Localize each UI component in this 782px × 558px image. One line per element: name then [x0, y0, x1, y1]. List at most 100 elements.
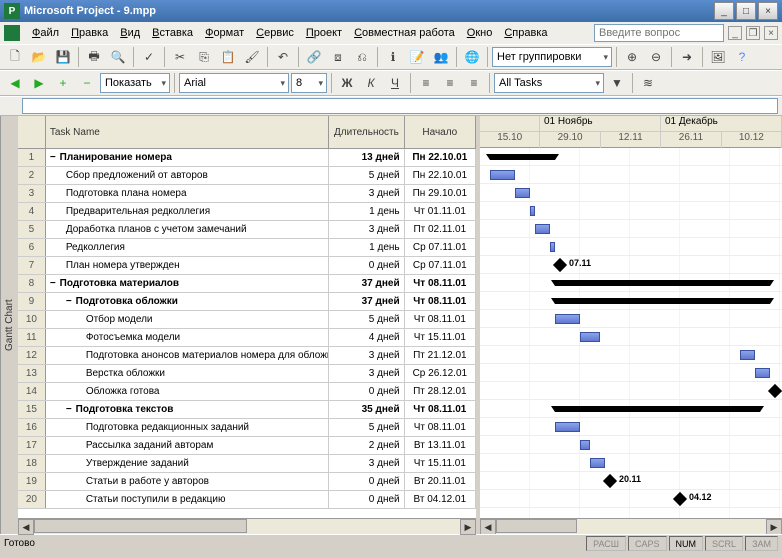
- gantt-hscroll[interactable]: ◀ ▶: [480, 518, 782, 534]
- italic-button[interactable]: К: [360, 72, 382, 94]
- start-cell[interactable]: Пн 22.10.01: [405, 149, 476, 166]
- menu-формат[interactable]: Формат: [199, 25, 250, 41]
- task-name-cell[interactable]: Фотосъемка модели: [46, 329, 330, 346]
- wizard-button[interactable]: ≋: [637, 72, 659, 94]
- menu-вид[interactable]: Вид: [114, 25, 146, 41]
- task-bar[interactable]: [555, 422, 580, 432]
- zoom-out-button[interactable]: ⊖: [645, 46, 667, 68]
- menu-сервис[interactable]: Сервис: [250, 25, 300, 41]
- start-cell[interactable]: Чт 08.11.01: [405, 293, 476, 310]
- task-bar[interactable]: [590, 458, 605, 468]
- duration-cell[interactable]: 1 день: [329, 203, 404, 220]
- milestone-icon[interactable]: [603, 474, 617, 488]
- start-cell[interactable]: Чт 08.11.01: [405, 311, 476, 328]
- doc-min-button[interactable]: _: [728, 26, 742, 40]
- link-button[interactable]: 🔗: [303, 46, 325, 68]
- col-task-name[interactable]: Task Name: [46, 116, 329, 148]
- start-cell[interactable]: Вт 20.11.01: [405, 473, 476, 490]
- minimize-button[interactable]: _: [714, 2, 734, 20]
- start-cell[interactable]: Чт 15.11.01: [405, 329, 476, 346]
- table-row[interactable]: 19Статьи в работе у авторов0 днейВт 20.1…: [18, 473, 476, 491]
- duration-cell[interactable]: 4 дней: [329, 329, 404, 346]
- entry-field[interactable]: [22, 98, 778, 114]
- task-info-button[interactable]: ℹ: [382, 46, 404, 68]
- row-number[interactable]: 5: [18, 221, 46, 238]
- close-button[interactable]: ×: [758, 2, 778, 20]
- menu-вставка[interactable]: Вставка: [146, 25, 199, 41]
- duration-cell[interactable]: 0 дней: [329, 491, 404, 508]
- task-name-cell[interactable]: Отбор модели: [46, 311, 330, 328]
- align-right-button[interactable]: ≡: [463, 72, 485, 94]
- start-cell[interactable]: Чт 01.11.01: [405, 203, 476, 220]
- grouping-combo[interactable]: Нет группировки: [492, 47, 612, 67]
- format-painter-button[interactable]: 🖌: [241, 46, 263, 68]
- table-row[interactable]: 4Предварительная редколлегия1 деньЧт 01.…: [18, 203, 476, 221]
- row-number[interactable]: 3: [18, 185, 46, 202]
- table-row[interactable]: 13Верстка обложки3 днейСр 26.12.01: [18, 365, 476, 383]
- row-number[interactable]: 19: [18, 473, 46, 490]
- print-preview-button[interactable]: 🔍: [107, 46, 129, 68]
- duration-cell[interactable]: 3 дней: [329, 455, 404, 472]
- gantt-row[interactable]: [480, 202, 782, 220]
- table-row[interactable]: 6Редколлегия1 деньСр 07.11.01: [18, 239, 476, 257]
- task-name-cell[interactable]: Подготовка материалов: [46, 275, 329, 292]
- start-cell[interactable]: Чт 08.11.01: [405, 275, 476, 292]
- row-number[interactable]: 14: [18, 383, 46, 400]
- row-number[interactable]: 16: [18, 419, 46, 436]
- task-name-cell[interactable]: Верстка обложки: [46, 365, 330, 382]
- task-bar[interactable]: [580, 440, 590, 450]
- duration-cell[interactable]: 5 дней: [329, 419, 404, 436]
- row-number[interactable]: 18: [18, 455, 46, 472]
- gantt-row[interactable]: [480, 292, 782, 310]
- task-name-cell[interactable]: Подготовка редакционных заданий: [46, 419, 330, 436]
- task-bar[interactable]: [535, 224, 550, 234]
- scroll-left-icon[interactable]: ◀: [18, 519, 34, 535]
- align-center-button[interactable]: ≡: [439, 72, 461, 94]
- view-bar[interactable]: Gantt Chart: [0, 116, 18, 534]
- duration-cell[interactable]: 0 дней: [329, 257, 404, 274]
- start-cell[interactable]: Пт 02.11.01: [405, 221, 476, 238]
- gantt-row[interactable]: [480, 454, 782, 472]
- row-number[interactable]: 17: [18, 437, 46, 454]
- new-button[interactable]: 🗋: [4, 46, 26, 68]
- task-name-cell[interactable]: Рассылка заданий авторам: [46, 437, 330, 454]
- start-cell[interactable]: Ср 07.11.01: [405, 257, 476, 274]
- gantt-row[interactable]: [480, 364, 782, 382]
- menu-окно[interactable]: Окно: [461, 25, 499, 41]
- gantt-row[interactable]: [480, 220, 782, 238]
- menu-справка[interactable]: Справка: [498, 25, 553, 41]
- gantt-row[interactable]: [480, 148, 782, 166]
- indent-button[interactable]: ▶: [28, 72, 50, 94]
- doc-close-button[interactable]: ×: [764, 26, 778, 40]
- task-bar[interactable]: [755, 368, 770, 378]
- duration-cell[interactable]: 37 дней: [329, 293, 404, 310]
- row-number[interactable]: 11: [18, 329, 46, 346]
- bold-button[interactable]: Ж: [336, 72, 358, 94]
- task-name-cell[interactable]: Доработка планов с учетом замечаний: [46, 221, 329, 238]
- task-bar[interactable]: [555, 314, 580, 324]
- task-name-cell[interactable]: Предварительная редколлегия: [46, 203, 329, 220]
- row-number[interactable]: 15: [18, 401, 46, 418]
- summary-bar[interactable]: [555, 280, 770, 286]
- row-number[interactable]: 9: [18, 293, 46, 310]
- menu-файл[interactable]: Файл: [26, 25, 65, 41]
- table-row[interactable]: 14Обложка готова0 днейПт 28.12.01: [18, 383, 476, 401]
- table-row[interactable]: 8Подготовка материалов37 днейЧт 08.11.01: [18, 275, 476, 293]
- task-name-cell[interactable]: Статьи в работе у авторов: [46, 473, 330, 490]
- row-number[interactable]: 12: [18, 347, 46, 364]
- table-row[interactable]: 5Доработка планов с учетом замечаний3 дн…: [18, 221, 476, 239]
- scroll-left-icon[interactable]: ◀: [480, 519, 496, 534]
- task-bar[interactable]: [580, 332, 600, 342]
- gantt-row[interactable]: [480, 400, 782, 418]
- duration-cell[interactable]: 35 дней: [329, 401, 404, 418]
- duration-cell[interactable]: 3 дней: [329, 347, 404, 364]
- task-bar[interactable]: [550, 242, 555, 252]
- publish-button[interactable]: 🌐: [461, 46, 483, 68]
- gantt-row[interactable]: 07.11: [480, 256, 782, 274]
- zoom-in-button[interactable]: ⊕: [621, 46, 643, 68]
- col-duration[interactable]: Длительность: [329, 116, 404, 148]
- gantt-row[interactable]: 04.12: [480, 490, 782, 508]
- summary-bar[interactable]: [555, 406, 760, 412]
- table-row[interactable]: 7План номера утвержден0 днейСр 07.11.01: [18, 257, 476, 275]
- undo-button[interactable]: ↶: [272, 46, 294, 68]
